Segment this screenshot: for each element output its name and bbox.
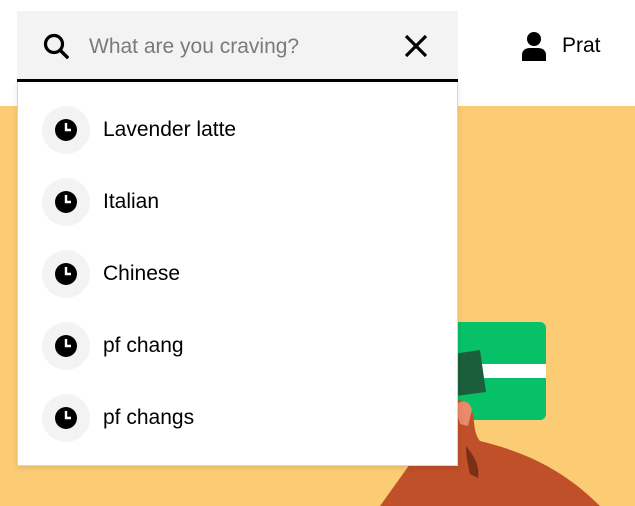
recent-search-item[interactable]: Lavender latte [18, 94, 457, 166]
clock-icon [42, 178, 90, 226]
user-icon [522, 32, 546, 61]
recent-search-label: Chinese [103, 262, 181, 285]
recent-search-item[interactable]: Chinese [18, 238, 457, 310]
recent-search-item[interactable]: Italian [18, 166, 457, 238]
user-name: Prat [562, 34, 601, 57]
clock-icon [42, 322, 90, 370]
recent-search-label: Italian [103, 190, 160, 213]
recent-search-item[interactable]: pf chang [18, 310, 457, 382]
clock-icon [42, 106, 90, 154]
recent-search-label: pf chang [103, 334, 184, 357]
clear-search-button[interactable] [399, 29, 433, 63]
recent-searches-dropdown: Lavender latte Italian Chinese pf chang [17, 82, 458, 466]
recent-search-label: Lavender latte [103, 118, 237, 141]
recent-search-item[interactable]: pf changs [18, 382, 457, 454]
close-icon [404, 34, 428, 58]
user-account-button[interactable]: Prat [522, 28, 601, 64]
recent-search-label: pf changs [103, 406, 195, 429]
search-input[interactable] [87, 29, 391, 65]
search-icon [43, 33, 69, 59]
search-bar [17, 11, 458, 82]
clock-icon [42, 394, 90, 442]
clock-icon [42, 250, 90, 298]
